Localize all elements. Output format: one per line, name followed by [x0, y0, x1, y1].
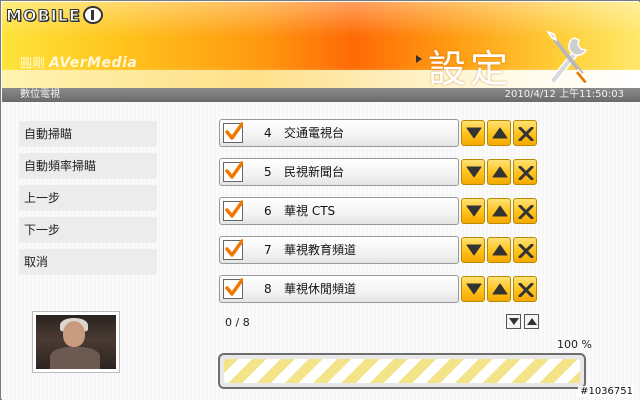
- move-down-button[interactable]: [461, 276, 485, 302]
- brand-logo-cn: 圓剛: [20, 56, 46, 70]
- app-window: MOBILE 圓剛 AVerMedia 設定 數位電視 2010/4/12 上午1…: [0, 0, 640, 400]
- app-name-label: 數位電視: [20, 89, 60, 100]
- x-icon: [518, 127, 534, 141]
- x-icon: [518, 283, 534, 297]
- channel-name: 交通電視台: [284, 126, 345, 140]
- site-logo-mark-icon: [82, 6, 103, 24]
- channel-item[interactable]: 4 交通電視台: [219, 119, 459, 147]
- menu-item-next[interactable]: 下一步: [19, 217, 157, 243]
- channel-name: 華視教育頻道: [284, 243, 357, 257]
- menu-item-previous[interactable]: 上一步: [19, 185, 157, 211]
- triangle-up-icon: [527, 318, 537, 325]
- channel-item[interactable]: 5 民視新聞台: [219, 158, 459, 186]
- checkmark-icon: [225, 122, 243, 140]
- x-icon: [518, 166, 534, 180]
- tv-preview-thumbnail: [32, 311, 120, 373]
- channel-item[interactable]: 7 華視教育頻道: [219, 236, 459, 264]
- channel-checkbox[interactable]: [223, 278, 243, 299]
- channel-number: 4: [264, 126, 272, 140]
- move-up-button[interactable]: [487, 237, 511, 263]
- channel-row: 4 交通電視台: [219, 119, 541, 147]
- move-up-button[interactable]: [487, 198, 511, 224]
- channel-item[interactable]: 8 華視休閒頻道: [219, 275, 459, 303]
- page-title: 設定: [428, 47, 513, 88]
- channel-checkbox[interactable]: [223, 239, 243, 260]
- delete-channel-button[interactable]: [513, 159, 537, 185]
- triangle-down-icon: [466, 283, 482, 295]
- move-up-button[interactable]: [487, 159, 511, 185]
- triangle-up-icon: [492, 127, 508, 139]
- delete-channel-button[interactable]: [513, 276, 537, 302]
- triangle-down-icon: [466, 244, 482, 256]
- avermedia-logo: 圓剛 AVerMedia: [20, 54, 137, 71]
- channel-row: 8 華視休閒頻道: [219, 275, 541, 303]
- side-menu: 自動掃瞄 自動頻率掃瞄 上一步 下一步 取消: [19, 121, 157, 281]
- channel-number: 5: [264, 165, 272, 179]
- move-down-button[interactable]: [461, 198, 485, 224]
- scan-progress-bar: [218, 353, 586, 389]
- channel-name: 華視休閒頻道: [284, 282, 357, 296]
- move-down-button[interactable]: [461, 120, 485, 146]
- move-up-button[interactable]: [487, 276, 511, 302]
- progress-percent: 100 %: [557, 338, 592, 351]
- channel-number: 7: [264, 243, 272, 257]
- triangle-down-icon: [466, 205, 482, 217]
- menu-item-auto-frequency-scan[interactable]: 自動頻率掃瞄: [19, 153, 157, 179]
- brand-logo-text: AVerMedia: [49, 55, 138, 71]
- status-bar: 數位電視 2010/4/12 上午11:50:03: [2, 88, 640, 102]
- checkmark-icon: [225, 200, 243, 218]
- x-icon: [518, 244, 534, 258]
- mobile01-logo: MOBILE: [6, 5, 103, 25]
- channel-row: 5 民視新聞台: [219, 158, 541, 186]
- triangle-up-icon: [492, 166, 508, 178]
- x-icon: [518, 205, 534, 219]
- delete-channel-button[interactable]: [513, 120, 537, 146]
- channel-number: 6: [264, 204, 272, 218]
- channel-checkbox[interactable]: [223, 200, 243, 221]
- channel-row: 7 華視教育頻道: [219, 236, 541, 264]
- channel-checkbox[interactable]: [223, 122, 243, 143]
- triangle-up-icon: [492, 244, 508, 256]
- site-logo-text: MOBILE: [6, 5, 81, 25]
- triangle-down-icon: [466, 166, 482, 178]
- channel-checkbox[interactable]: [223, 161, 243, 182]
- delete-channel-button[interactable]: [513, 237, 537, 263]
- channel-count: 0 / 8: [225, 316, 250, 329]
- channel-row: 6 華視 CTS: [219, 197, 541, 225]
- triangle-up-icon: [492, 205, 508, 217]
- scroll-up-button[interactable]: [524, 314, 539, 329]
- triangle-down-icon: [509, 318, 519, 325]
- move-down-button[interactable]: [461, 237, 485, 263]
- triangle-up-icon: [492, 283, 508, 295]
- menu-item-cancel[interactable]: 取消: [19, 249, 157, 275]
- datetime-label: 2010/4/12 上午11:50:03: [504, 89, 624, 100]
- move-up-button[interactable]: [487, 120, 511, 146]
- menu-item-auto-scan[interactable]: 自動掃瞄: [19, 121, 157, 147]
- delete-channel-button[interactable]: [513, 198, 537, 224]
- watermark: #1036751: [578, 386, 635, 397]
- wrench-screwdriver-icon: [546, 30, 590, 84]
- title-arrow-icon: [416, 55, 422, 63]
- checkmark-icon: [225, 278, 243, 296]
- scroll-down-button[interactable]: [506, 314, 521, 329]
- channel-name: 民視新聞台: [284, 165, 345, 179]
- channel-item[interactable]: 6 華視 CTS: [219, 197, 459, 225]
- channel-name: 華視 CTS: [284, 204, 336, 218]
- checkmark-icon: [225, 161, 243, 179]
- header-banner: MOBILE 圓剛 AVerMedia 設定: [2, 2, 640, 88]
- triangle-down-icon: [466, 127, 482, 139]
- checkmark-icon: [225, 239, 243, 257]
- channel-number: 8: [264, 282, 272, 296]
- move-down-button[interactable]: [461, 159, 485, 185]
- progress-fill: [224, 359, 580, 383]
